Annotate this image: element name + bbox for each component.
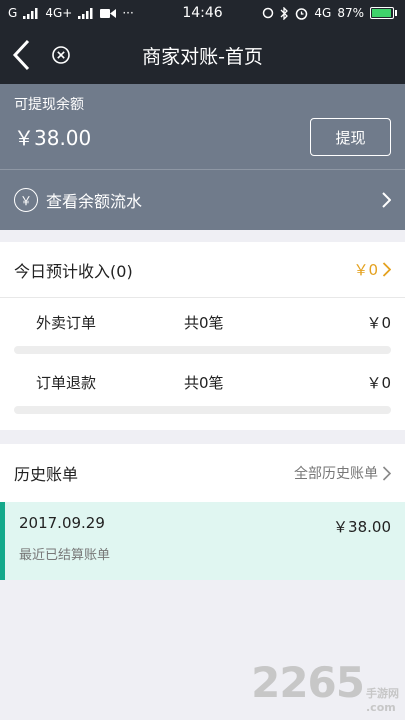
yen-circle-icon: ￥ <box>14 188 38 212</box>
today-income-header[interactable]: 今日预计收入(0) ￥0 <box>0 242 405 298</box>
bill-description: 最近已结算账单 <box>19 548 111 563</box>
network-right-label: 4G <box>314 6 332 20</box>
latest-bill-item[interactable]: 2017.09.29 ￥38.00 最近已结算账单 <box>0 502 405 580</box>
today-income-title-wrap: 今日预计收入(0) <box>14 258 133 282</box>
today-income-amount-wrap: ￥0 <box>353 259 391 280</box>
more-dots: ··· <box>122 6 134 20</box>
signal-icon-2 <box>78 7 93 19</box>
bluetooth-icon <box>280 6 289 20</box>
order-refunds-line: 订单退款 共0笔 ￥0 <box>14 358 391 406</box>
balance-top: 可提现余额 ￥38.00 提现 <box>0 84 405 170</box>
close-circle-icon <box>52 46 70 64</box>
order-refunds-progress <box>14 406 391 414</box>
carrier-label: G <box>8 6 18 20</box>
takeout-orders-amount: ￥0 <box>366 313 391 332</box>
order-refunds-label: 订单退款 <box>36 373 97 392</box>
network-label: 4G+ <box>45 6 73 20</box>
all-history-label: 全部历史账单 <box>294 466 378 482</box>
status-bar: G 4G+ ··· 14:46 4G 87% <box>0 0 405 26</box>
takeout-orders-progress <box>14 346 391 354</box>
signal-icon <box>23 7 38 19</box>
watermark-domain: .com <box>366 701 396 714</box>
takeout-orders-label: 外卖订单 <box>36 313 97 332</box>
balance-card: 可提现余额 ￥38.00 提现 ￥ 查看余额流水 <box>0 84 405 230</box>
today-income-section: 今日预计收入(0) ￥0 外卖订单 共0笔 ￥0 订单退款 共0笔 ￥0 <box>0 242 405 430</box>
today-income-title: 今日预计收入 <box>14 261 111 281</box>
watermark-number: 2265 <box>251 658 365 707</box>
video-icon <box>100 8 117 18</box>
alarm-icon <box>296 7 308 20</box>
withdraw-button[interactable]: 提现 <box>310 118 391 156</box>
chevron-left-icon <box>12 39 30 71</box>
takeout-orders-count: 共0笔 <box>184 313 224 332</box>
order-refunds-count: 共0笔 <box>184 373 224 392</box>
bill-amount: ￥38.00 <box>333 518 391 536</box>
balance-flow-label: 查看余额流水 <box>46 192 143 211</box>
takeout-orders-row[interactable]: 外卖订单 共0笔 ￥0 <box>0 298 405 358</box>
battery-percent: 87% <box>337 6 364 20</box>
today-income-amount: ￥0 <box>353 261 378 279</box>
watermark-sub: 手游网 .com <box>366 685 399 714</box>
balance-label: 可提现余额 <box>14 97 84 113</box>
nav-bar: 商家对账-首页 <box>0 26 405 84</box>
chevron-right-icon <box>382 465 391 481</box>
history-title: 历史账单 <box>14 465 79 484</box>
back-button[interactable] <box>0 26 44 84</box>
history-section: 历史账单 全部历史账单 2017.09.29 ￥38.00 最近已结算账单 <box>0 444 405 580</box>
status-left: G 4G+ ··· <box>8 6 134 20</box>
order-refunds-amount: ￥0 <box>366 373 391 392</box>
chevron-right-icon <box>382 262 391 277</box>
sync-icon <box>263 7 274 19</box>
status-right: 4G 87% <box>262 6 397 20</box>
today-income-count: (0) <box>110 261 133 281</box>
balance-flow-row[interactable]: ￥ 查看余额流水 <box>0 170 405 230</box>
battery-icon <box>370 7 397 19</box>
watermark-cn: 手游网 <box>366 687 399 700</box>
order-refunds-row[interactable]: 订单退款 共0笔 ￥0 <box>0 358 405 418</box>
watermark-logo: 2265 手游网 .com <box>251 658 399 714</box>
takeout-orders-line: 外卖订单 共0笔 ￥0 <box>14 298 391 346</box>
all-history-link[interactable]: 全部历史账单 <box>294 463 391 483</box>
close-button[interactable] <box>44 26 78 84</box>
chevron-right-icon <box>382 192 391 208</box>
history-header: 历史账单 全部历史账单 <box>0 444 405 502</box>
